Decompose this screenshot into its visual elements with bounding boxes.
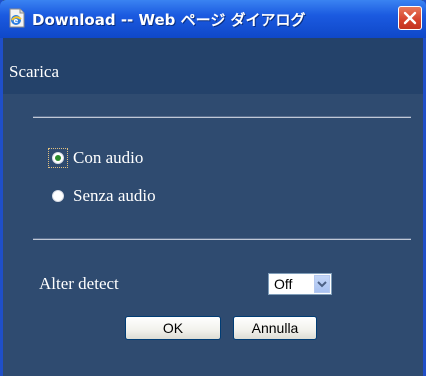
radio-button[interactable] bbox=[48, 148, 68, 168]
radio-label: Con audio bbox=[73, 148, 144, 167]
alter-detect-select[interactable]: Off bbox=[268, 273, 332, 295]
title-bar[interactable]: e Download -- Web ページ ダイアログ bbox=[0, 0, 426, 38]
close-button[interactable] bbox=[398, 6, 422, 30]
alter-detect-label: Alter detect bbox=[39, 274, 119, 293]
section-header: Scarica bbox=[3, 38, 423, 94]
chevron-down-icon bbox=[317, 281, 327, 288]
dropdown-button[interactable] bbox=[314, 275, 330, 293]
radio-selected-dot bbox=[55, 155, 61, 161]
cancel-button[interactable]: Annulla bbox=[233, 316, 317, 340]
radio-con-audio[interactable]: Con audio bbox=[48, 147, 144, 169]
section-title: Scarica bbox=[9, 62, 60, 81]
radio-senza-audio[interactable]: Senza audio bbox=[49, 185, 156, 207]
svg-text:e: e bbox=[14, 17, 19, 25]
select-value: Off bbox=[274, 276, 293, 292]
ie-page-icon: e bbox=[9, 8, 25, 28]
close-icon bbox=[403, 11, 417, 25]
dialog-content: Con audio Senza audio Alter detect Off O… bbox=[3, 94, 423, 376]
top-divider bbox=[33, 116, 411, 118]
radio-circle-icon bbox=[52, 190, 64, 202]
radio-button[interactable] bbox=[49, 187, 67, 205]
dialog-window: e Download -- Web ページ ダイアログ Scarica Con … bbox=[0, 0, 426, 376]
radio-label: Senza audio bbox=[73, 186, 156, 205]
middle-divider bbox=[33, 238, 411, 240]
window-title: Download -- Web ページ ダイアログ bbox=[32, 11, 306, 29]
radio-circle-icon bbox=[52, 152, 64, 164]
ok-button[interactable]: OK bbox=[125, 316, 221, 340]
